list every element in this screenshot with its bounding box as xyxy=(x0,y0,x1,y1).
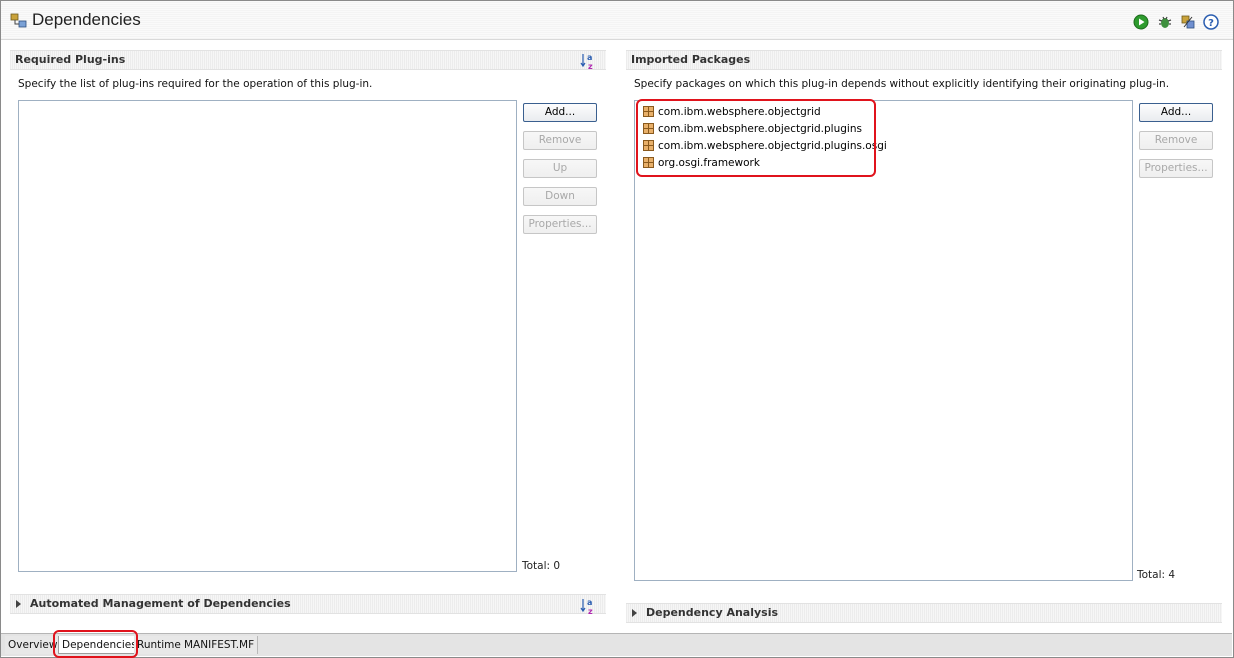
sort-alphabetical-icon[interactable]: a z xyxy=(580,597,596,615)
required-add-button[interactable]: Add... xyxy=(523,103,597,122)
svg-text:a: a xyxy=(587,53,592,62)
required-plugins-description: Specify the list of plug-ins required fo… xyxy=(18,78,373,90)
automated-management-title: Automated Management of Dependencies xyxy=(30,597,291,610)
imported-total: Total: 4 xyxy=(1137,569,1176,581)
imported-add-button[interactable]: Add... xyxy=(1139,103,1213,122)
imported-packages-description: Specify packages on which this plug-in d… xyxy=(634,78,1170,90)
svg-text:?: ? xyxy=(1208,18,1214,29)
export-icon[interactable] xyxy=(1180,14,1196,30)
imported-remove-button[interactable]: Remove xyxy=(1139,131,1213,150)
editor-header: Dependencies ? xyxy=(1,1,1233,40)
highlight-annotation xyxy=(636,99,876,177)
debug-icon[interactable] xyxy=(1157,14,1173,30)
required-plugins-title: Required Plug-ins xyxy=(15,53,126,66)
imported-packages-header: Imported Packages xyxy=(626,50,1222,70)
required-down-button[interactable]: Down xyxy=(523,187,597,206)
tab-runtime[interactable]: Runtime xyxy=(134,636,185,654)
svg-text:z: z xyxy=(588,607,593,615)
dependency-analysis-header[interactable]: Dependency Analysis xyxy=(626,603,1222,623)
required-total: Total: 0 xyxy=(522,560,561,572)
expand-arrow-icon[interactable] xyxy=(16,600,21,608)
imported-properties-button[interactable]: Properties... xyxy=(1139,159,1213,178)
required-plugins-list[interactable] xyxy=(18,100,517,572)
required-remove-button[interactable]: Remove xyxy=(523,131,597,150)
help-icon[interactable]: ? xyxy=(1203,14,1219,30)
page-title: Dependencies xyxy=(32,10,141,29)
required-up-button[interactable]: Up xyxy=(523,159,597,178)
run-icon[interactable] xyxy=(1133,14,1149,30)
dependency-analysis-title: Dependency Analysis xyxy=(646,606,779,619)
tab-manifest[interactable]: MANIFEST.MF xyxy=(181,636,259,654)
automated-management-header[interactable]: Automated Management of Dependencies xyxy=(10,594,606,614)
editor-tabs: Overview Dependencies Runtime MANIFEST.M… xyxy=(1,633,1232,656)
highlight-annotation xyxy=(53,630,138,658)
expand-arrow-icon[interactable] xyxy=(632,609,637,617)
dependencies-icon xyxy=(10,13,27,28)
sort-alphabetical-icon[interactable]: a z xyxy=(580,52,596,70)
required-properties-button[interactable]: Properties... xyxy=(523,215,597,234)
required-plugins-header: Required Plug-ins xyxy=(10,50,606,70)
svg-text:a: a xyxy=(587,598,592,607)
svg-text:z: z xyxy=(588,62,593,70)
imported-packages-title: Imported Packages xyxy=(631,53,751,66)
